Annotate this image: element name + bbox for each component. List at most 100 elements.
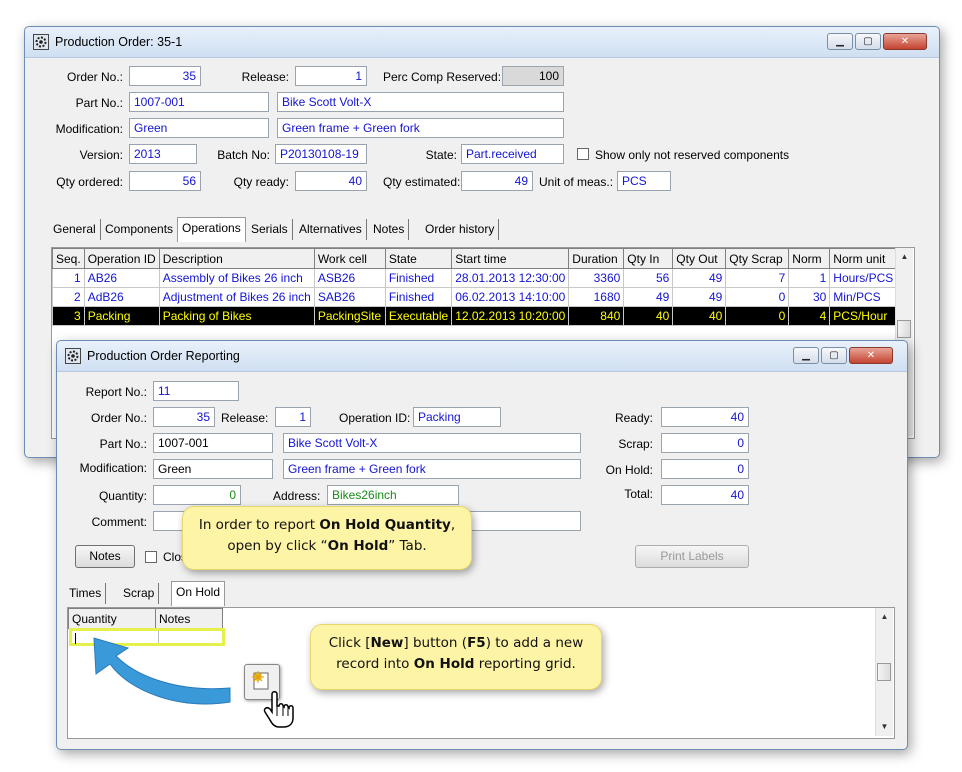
part-no-field[interactable]: 1007-001	[129, 92, 269, 112]
tab-order-history[interactable]: Order history	[421, 219, 500, 240]
tab-general[interactable]: General	[49, 219, 101, 240]
table-cell: Adjustment of Bikes 26 inch	[158, 287, 315, 307]
table-cell: SAB26	[313, 287, 386, 307]
quantity-label: Quantity:	[98, 489, 147, 503]
on-hold-grid[interactable]: Quantity Notes	[68, 608, 223, 629]
version-label: Version:	[79, 148, 123, 162]
table-cell: 4	[788, 306, 831, 326]
tab-notes[interactable]: Notes	[369, 219, 410, 240]
release-field[interactable]: 1	[295, 66, 367, 86]
qty-ordered-field[interactable]: 56	[129, 171, 201, 191]
rep-part-desc-field[interactable]: Bike Scott Volt-X	[283, 433, 581, 453]
maximize-button[interactable]: ▢	[855, 33, 881, 50]
notes-button[interactable]: Notes	[75, 545, 135, 568]
ops-col-norm-unit[interactable]: Norm unit	[829, 248, 898, 269]
operations-grid[interactable]: Seq. Operation ID Description Work cell Stat…	[52, 248, 898, 326]
table-cell: AB26	[83, 268, 160, 288]
version-field[interactable]: 2013	[129, 144, 197, 164]
main-window-title: Production Order: 35-1	[55, 35, 183, 49]
ops-col-duration[interactable]: Duration	[568, 248, 625, 269]
table-cell: 06.02.2013 14:10:00	[451, 287, 570, 307]
tab-components[interactable]: Components	[101, 219, 179, 240]
table-cell: ASB26	[313, 268, 386, 288]
address-field[interactable]: Bikes26inch	[327, 485, 459, 505]
modification-field[interactable]: Green	[129, 118, 269, 138]
ops-col-qty-in[interactable]: Qty In	[623, 248, 674, 269]
maximize-button[interactable]: ▢	[821, 347, 847, 364]
scrap-field[interactable]: 0	[661, 433, 749, 453]
on-hold-field[interactable]: 0	[661, 459, 749, 479]
rep-part-no-field[interactable]: 1007-001	[153, 433, 273, 453]
scroll-up-icon[interactable]: ▲	[876, 612, 893, 621]
table-cell: Min/PCS	[829, 287, 898, 307]
table-cell: 28.01.2013 12:30:00	[451, 268, 570, 288]
operation-id-field[interactable]: Packing	[413, 407, 501, 427]
on-hold-grid-scrollbar[interactable]: ▲ ▼	[875, 608, 893, 736]
unit-field[interactable]: PCS	[617, 171, 671, 191]
main-titlebar: Production Order: 35-1 ▁ ▢ ✕	[25, 27, 939, 58]
rep-release-field[interactable]: 1	[275, 407, 311, 427]
unit-label: Unit of meas.:	[539, 175, 614, 189]
rep-release-label: Release:	[221, 411, 269, 425]
tab-alternatives[interactable]: Alternatives	[295, 219, 367, 240]
tab-times[interactable]: Times	[65, 583, 107, 604]
ops-col-qty-scrap[interactable]: Qty Scrap	[725, 248, 790, 269]
qty-ready-label: Qty ready:	[233, 175, 289, 189]
ops-col-description[interactable]: Description	[158, 248, 315, 269]
ops-col-start-time[interactable]: Start time	[451, 248, 570, 269]
tab-serials[interactable]: Serials	[247, 219, 293, 240]
ops-col-work-cell[interactable]: Work cell	[313, 248, 386, 269]
ops-col-operation-id[interactable]: Operation ID	[83, 248, 160, 269]
scroll-up-icon[interactable]: ▲	[896, 252, 913, 261]
total-label: Total:	[624, 487, 653, 501]
table-cell: Finished	[384, 268, 453, 288]
modification-desc-field[interactable]: Green frame + Green fork	[277, 118, 564, 138]
close-checkbox[interactable]	[145, 551, 157, 563]
table-row[interactable]: 2 AdB26 Adjustment of Bikes 26 inch SAB26 Fi…	[52, 287, 898, 307]
scroll-down-icon[interactable]: ▼	[876, 722, 893, 731]
table-cell: AdB26	[83, 287, 160, 307]
on-hold-col-notes[interactable]: Notes	[155, 608, 223, 629]
rep-modification-desc-field[interactable]: Green frame + Green fork	[283, 459, 581, 479]
ops-col-seq[interactable]: Seq.	[52, 248, 85, 269]
operations-grid-body: 1 AB26 Assembly of Bikes 26 inch ASB26 Finis…	[52, 268, 898, 326]
rep-order-no-field[interactable]: 35	[153, 407, 215, 427]
batch-no-field[interactable]: P20130108-19	[275, 144, 367, 164]
tab-scrap[interactable]: Scrap	[119, 583, 160, 604]
report-no-field[interactable]: 11	[153, 381, 239, 401]
show-only-checkbox[interactable]	[577, 148, 589, 160]
table-row[interactable]: 3 Packing Packing of Bikes PackingSite Execu…	[52, 306, 898, 326]
ops-col-qty-out[interactable]: Qty Out	[672, 248, 727, 269]
ops-col-norm[interactable]: Norm	[788, 248, 831, 269]
minimize-button[interactable]: ▁	[793, 347, 819, 364]
minimize-button[interactable]: ▁	[827, 33, 853, 50]
reporting-titlebar: Production Order Reporting ▁ ▢ ✕	[57, 341, 907, 372]
qty-estimated-field[interactable]: 49	[461, 171, 533, 191]
qty-ready-field[interactable]: 40	[295, 171, 367, 191]
print-labels-button[interactable]: Print Labels	[635, 545, 749, 568]
ops-col-state[interactable]: State	[384, 248, 453, 269]
on-hold-grid-header: Quantity Notes	[68, 608, 223, 629]
quantity-field[interactable]: 0	[153, 485, 241, 505]
reporting-window-title: Production Order Reporting	[87, 349, 240, 363]
hand-cursor-icon	[263, 691, 294, 728]
tab-operations[interactable]: Operations	[177, 217, 246, 242]
ready-field[interactable]: 40	[661, 407, 749, 427]
tab-on-hold[interactable]: On Hold	[171, 581, 226, 606]
order-no-field[interactable]: 35	[129, 66, 201, 86]
table-cell: 1	[52, 268, 85, 288]
close-button[interactable]: ✕	[849, 347, 893, 364]
scroll-thumb[interactable]	[897, 320, 911, 338]
rep-modification-field[interactable]: Green	[153, 459, 273, 479]
maximize-icon: ▢	[829, 350, 839, 361]
table-cell: Hours/PCS	[829, 268, 898, 288]
on-hold-col-quantity[interactable]: Quantity	[68, 608, 156, 629]
table-cell: 1	[788, 268, 831, 288]
scroll-thumb[interactable]	[877, 663, 891, 681]
table-row[interactable]: 1 AB26 Assembly of Bikes 26 inch ASB26 Finis…	[52, 268, 898, 288]
part-desc-field[interactable]: Bike Scott Volt-X	[277, 92, 564, 112]
state-field[interactable]: Part.received	[461, 144, 564, 164]
close-button[interactable]: ✕	[883, 33, 927, 50]
table-cell: PCS/Hour	[829, 306, 898, 326]
on-hold-label: On Hold:	[605, 463, 653, 477]
